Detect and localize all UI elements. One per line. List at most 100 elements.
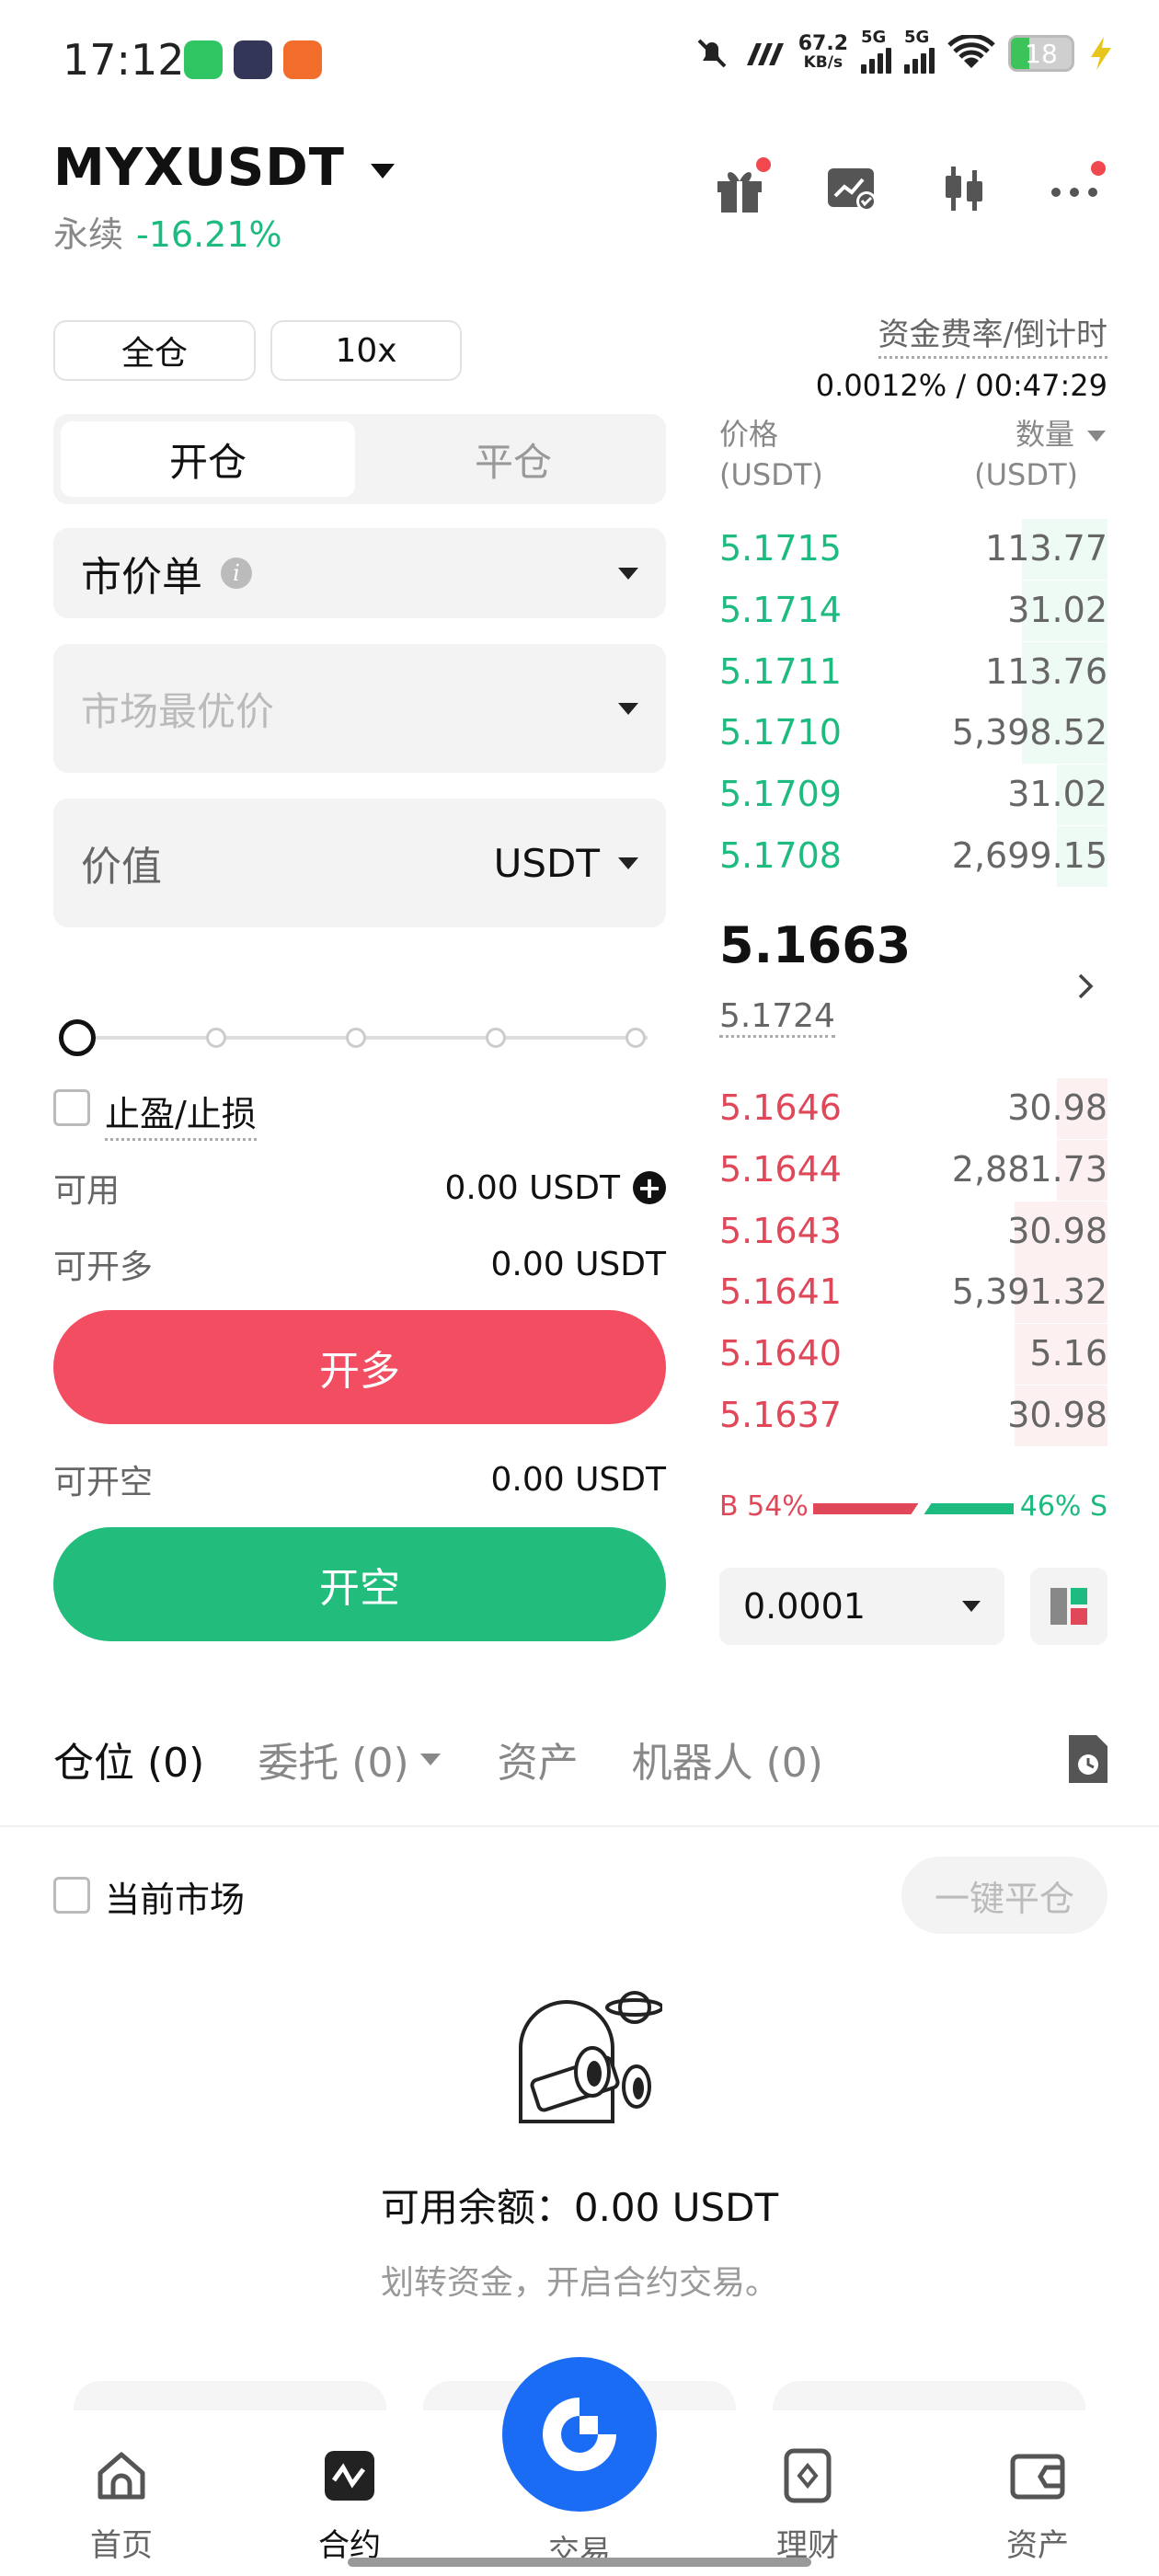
bid-quantity: 30.98 (1007, 1210, 1107, 1251)
value-unit[interactable]: USDT (494, 841, 600, 886)
slider-handle[interactable] (59, 1019, 96, 1056)
wechat-app-icon (184, 40, 223, 79)
tab-close[interactable]: 平仓 (366, 421, 660, 497)
available-value: 0.00 USDT (444, 1168, 620, 1207)
symbol-selector[interactable]: MYXUSDT (53, 138, 396, 198)
ask-row[interactable]: 5.1714 31.02 (719, 580, 1107, 641)
more-icon[interactable] (1049, 161, 1106, 216)
bid-price: 5.1641 (719, 1271, 842, 1313)
order-type-select[interactable]: 市价单 i (53, 528, 666, 618)
net-speed-value: 67.2 (798, 32, 848, 55)
ask-price: 5.1708 (719, 835, 842, 876)
tab-positions[interactable]: 仓位 (0) (53, 1730, 204, 1788)
qty-column-label: 数量 (1015, 417, 1074, 452)
charging-icon (1091, 37, 1111, 70)
nav-assets[interactable]: 资产 (973, 2447, 1102, 2565)
mark-price[interactable]: 5.1724 (719, 997, 835, 1038)
price-field[interactable]: 市场最优价 (53, 644, 666, 773)
tab-orders[interactable]: 委托 (0) (258, 1730, 441, 1788)
info-icon[interactable]: i (221, 558, 252, 589)
price-column-header: 价格 (USDT) (719, 414, 823, 495)
candlestick-icon[interactable] (936, 161, 992, 216)
precision-value: 0.0001 (743, 1586, 866, 1627)
orderbook-layout-button[interactable] (1030, 1568, 1107, 1645)
home-icon (98, 2452, 145, 2500)
chevron-down-icon (618, 857, 638, 869)
transfer-plus-icon[interactable]: + (633, 1170, 666, 1205)
chevron-right-icon[interactable] (1074, 970, 1096, 1003)
divider (0, 1825, 1159, 1827)
bid-row[interactable]: 5.1644 2,881.73 (719, 1139, 1107, 1201)
slider-step[interactable] (625, 1028, 646, 1048)
funding-rate-label: 资金费率/倒计时 (878, 309, 1107, 359)
status-icons: 67.2 KB/s 5G 5G 18 (694, 28, 1115, 74)
slider-step[interactable] (206, 1028, 226, 1048)
slider-step[interactable] (346, 1028, 366, 1048)
trade-icon (502, 2357, 657, 2512)
max-long-label: 可开多 (53, 1248, 154, 1286)
header-actions (712, 157, 1106, 216)
current-market-label[interactable]: 当前市场 (105, 1871, 245, 1922)
tpsl-checkbox[interactable] (53, 1089, 90, 1126)
ask-price: 5.1714 (719, 589, 842, 630)
tab-bots[interactable]: 机器人 (0) (632, 1730, 823, 1788)
nav-home[interactable]: 首页 (57, 2447, 186, 2565)
gift-icon[interactable] (712, 157, 771, 216)
slider-step[interactable] (486, 1028, 506, 1048)
ask-row[interactable]: 5.1708 2,699.15 (719, 826, 1107, 887)
max-long-value: 0.00 USDT (490, 1245, 666, 1283)
open-close-toggle: 开仓 平仓 (53, 414, 666, 504)
nav-trade[interactable]: 交易 (502, 2357, 657, 2571)
home-indicator (348, 2558, 811, 2567)
bid-quantity: 30.98 (1007, 1395, 1107, 1435)
tab-assets[interactable]: 资产 (498, 1730, 579, 1788)
battery-level: 18 (1025, 38, 1058, 69)
tpsl-label[interactable]: 止盈/止损 (105, 1086, 257, 1141)
ask-quantity: 31.02 (1007, 589, 1107, 630)
ask-quantity: 113.77 (985, 528, 1107, 569)
ask-quantity: 31.02 (1007, 774, 1107, 815)
margin-mode-button[interactable]: 全仓 (53, 320, 256, 381)
open-long-button[interactable]: 开多 (53, 1310, 666, 1424)
nav-assets-label: 资产 (1006, 2527, 1069, 2564)
ask-price: 5.1709 (719, 774, 842, 815)
ask-row[interactable]: 5.1715 113.77 (719, 519, 1107, 580)
close-all-button[interactable]: 一键平仓 (901, 1857, 1107, 1934)
funding-rate-value: 0.0012% / 00:47:29 (815, 368, 1107, 403)
sell-ratio-label: 46% S (1019, 1490, 1107, 1523)
bid-price: 5.1640 (719, 1333, 842, 1374)
bid-row[interactable]: 5.1640 5.16 (719, 1324, 1107, 1386)
bid-row[interactable]: 5.1646 30.98 (719, 1078, 1107, 1139)
ask-row[interactable]: 5.1711 113.76 (719, 641, 1107, 703)
value-input[interactable]: 价值 USDT (53, 799, 666, 927)
leverage-button[interactable]: 10x (270, 320, 462, 381)
last-price[interactable]: 5.1663 (719, 916, 911, 974)
precision-select[interactable]: 0.0001 (719, 1568, 1004, 1645)
ask-row[interactable]: 5.1710 5,398.52 (719, 703, 1107, 765)
tab-orders-label: 委托 (0) (258, 1740, 409, 1787)
bid-row[interactable]: 5.1637 30.98 (719, 1386, 1107, 1446)
funding-rate[interactable]: 资金费率/倒计时 0.0012% / 00:47:29 (816, 309, 1107, 403)
nfc-icon (746, 43, 784, 65)
open-short-button[interactable]: 开空 (53, 1527, 666, 1641)
chevron-down-icon (618, 567, 638, 580)
nav-earn[interactable]: 理财 (743, 2447, 872, 2565)
signal-2-label: 5G (904, 28, 930, 47)
current-market-checkbox[interactable] (53, 1877, 90, 1914)
bid-row[interactable]: 5.1643 30.98 (719, 1201, 1107, 1262)
tab-open[interactable]: 开仓 (61, 421, 355, 497)
qty-column-header[interactable]: 数量 (USDT) (974, 414, 1106, 495)
ask-quantity: 113.76 (985, 650, 1107, 692)
available-label: 可用 (53, 1172, 120, 1210)
bid-price: 5.1643 (719, 1210, 842, 1251)
chart-icon[interactable] (824, 161, 879, 216)
contract-info: 永续 -16.21% (53, 206, 282, 257)
bid-quantity: 5.16 (1029, 1333, 1107, 1374)
symbol-name: MYXUSDT (53, 138, 345, 198)
nav-futures[interactable]: 合约 (285, 2447, 414, 2565)
order-history-icon[interactable] (1065, 1733, 1111, 1785)
ask-row[interactable]: 5.1709 31.02 (719, 765, 1107, 826)
bid-row[interactable]: 5.1641 5,391.32 (719, 1262, 1107, 1324)
value-label: 价值 (81, 844, 162, 891)
chevron-down-icon (1087, 431, 1106, 442)
